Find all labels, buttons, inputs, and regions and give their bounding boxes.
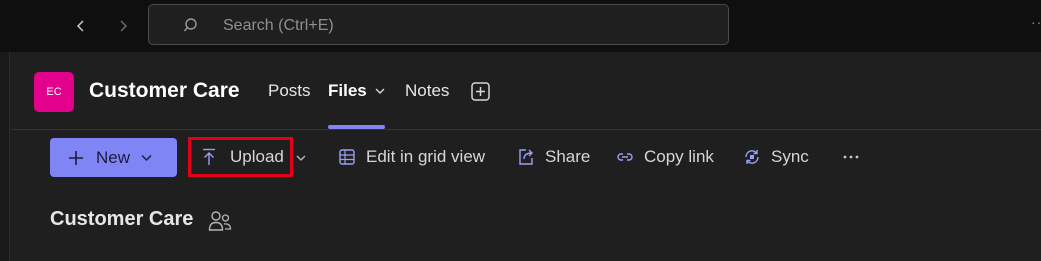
copy-link-label: Copy link [644, 147, 714, 166]
upload-button[interactable]: Upload [200, 147, 284, 167]
divider [11, 129, 1041, 130]
link-icon [617, 153, 633, 161]
more-options-icon[interactable]: ·· [1031, 14, 1041, 34]
sync-icon [745, 150, 759, 164]
share-button[interactable]: Share [517, 147, 590, 167]
tab-notes[interactable]: Notes [405, 81, 449, 101]
chevron-down-icon [141, 154, 152, 162]
chevron-down-icon[interactable] [295, 152, 307, 164]
share-icon [519, 149, 533, 165]
search-placeholder: Search (Ctrl+E) [223, 17, 334, 34]
tab-label: Posts [268, 81, 311, 100]
share-label: Share [545, 147, 591, 166]
chevron-right-icon [120, 20, 128, 32]
forward-button[interactable] [110, 13, 136, 39]
new-button[interactable]: New [50, 138, 177, 177]
search-input[interactable]: Search (Ctrl+E) [148, 4, 729, 45]
grid-icon [339, 149, 355, 165]
edit-grid-view-button[interactable]: Edit in grid view [338, 147, 485, 167]
edit-grid-view-label: Edit in grid view [366, 147, 486, 166]
upload-label: Upload [230, 147, 284, 166]
more-options-icon[interactable] [841, 149, 861, 165]
team-name[interactable]: Customer Care [89, 79, 240, 103]
title-bar: Search (Ctrl+E) ·· [0, 0, 1041, 52]
tab-posts[interactable]: Posts [268, 81, 311, 101]
avatar[interactable]: EC [34, 72, 74, 112]
back-button[interactable] [68, 13, 94, 39]
left-rail [0, 52, 10, 261]
upload-icon [203, 148, 215, 165]
section-title: Customer Care [50, 208, 194, 230]
avatar-initials: EC [46, 86, 62, 98]
copy-link-button[interactable]: Copy link [616, 147, 714, 167]
tab-label: Notes [405, 81, 450, 100]
chevron-down-icon [375, 88, 385, 94]
add-tab-icon[interactable] [471, 82, 490, 101]
search-icon [183, 18, 197, 32]
tab-label: Files [328, 81, 367, 100]
plus-icon [69, 150, 83, 165]
tab-files[interactable]: Files [328, 81, 386, 101]
people-icon[interactable] [208, 210, 232, 232]
sync-button[interactable]: Sync [743, 147, 809, 167]
chevron-left-icon [76, 20, 84, 32]
new-button-label: New [96, 147, 131, 167]
sync-label: Sync [771, 147, 809, 166]
